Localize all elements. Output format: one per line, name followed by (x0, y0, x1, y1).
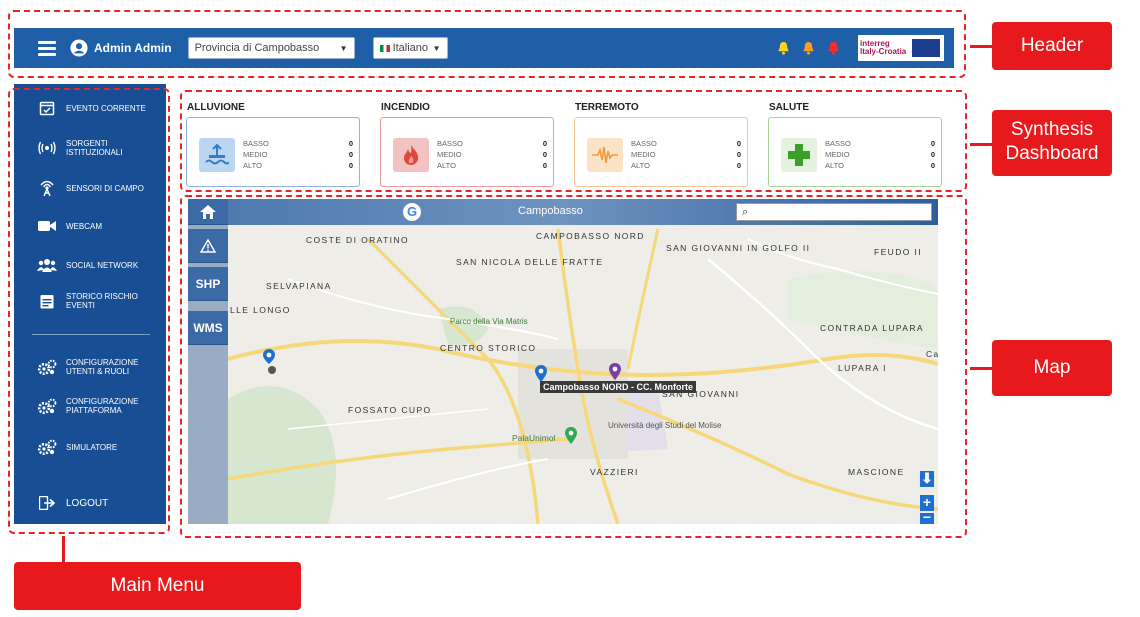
menu-callout-arrow (62, 536, 65, 562)
menu-callout: Main Menu (14, 562, 301, 610)
map-callout: Map (992, 340, 1112, 396)
menu-highlight-box (8, 88, 170, 534)
header-callout-arrow (970, 45, 992, 48)
dashboard-callout: Synthesis Dashboard (992, 110, 1112, 176)
header-callout: Header (992, 22, 1112, 70)
map-callout-arrow (970, 367, 992, 370)
header-highlight-box (8, 10, 966, 78)
dashboard-callout-arrow (970, 143, 992, 146)
map-highlight-box (180, 195, 967, 538)
dashboard-highlight-box (180, 90, 967, 192)
